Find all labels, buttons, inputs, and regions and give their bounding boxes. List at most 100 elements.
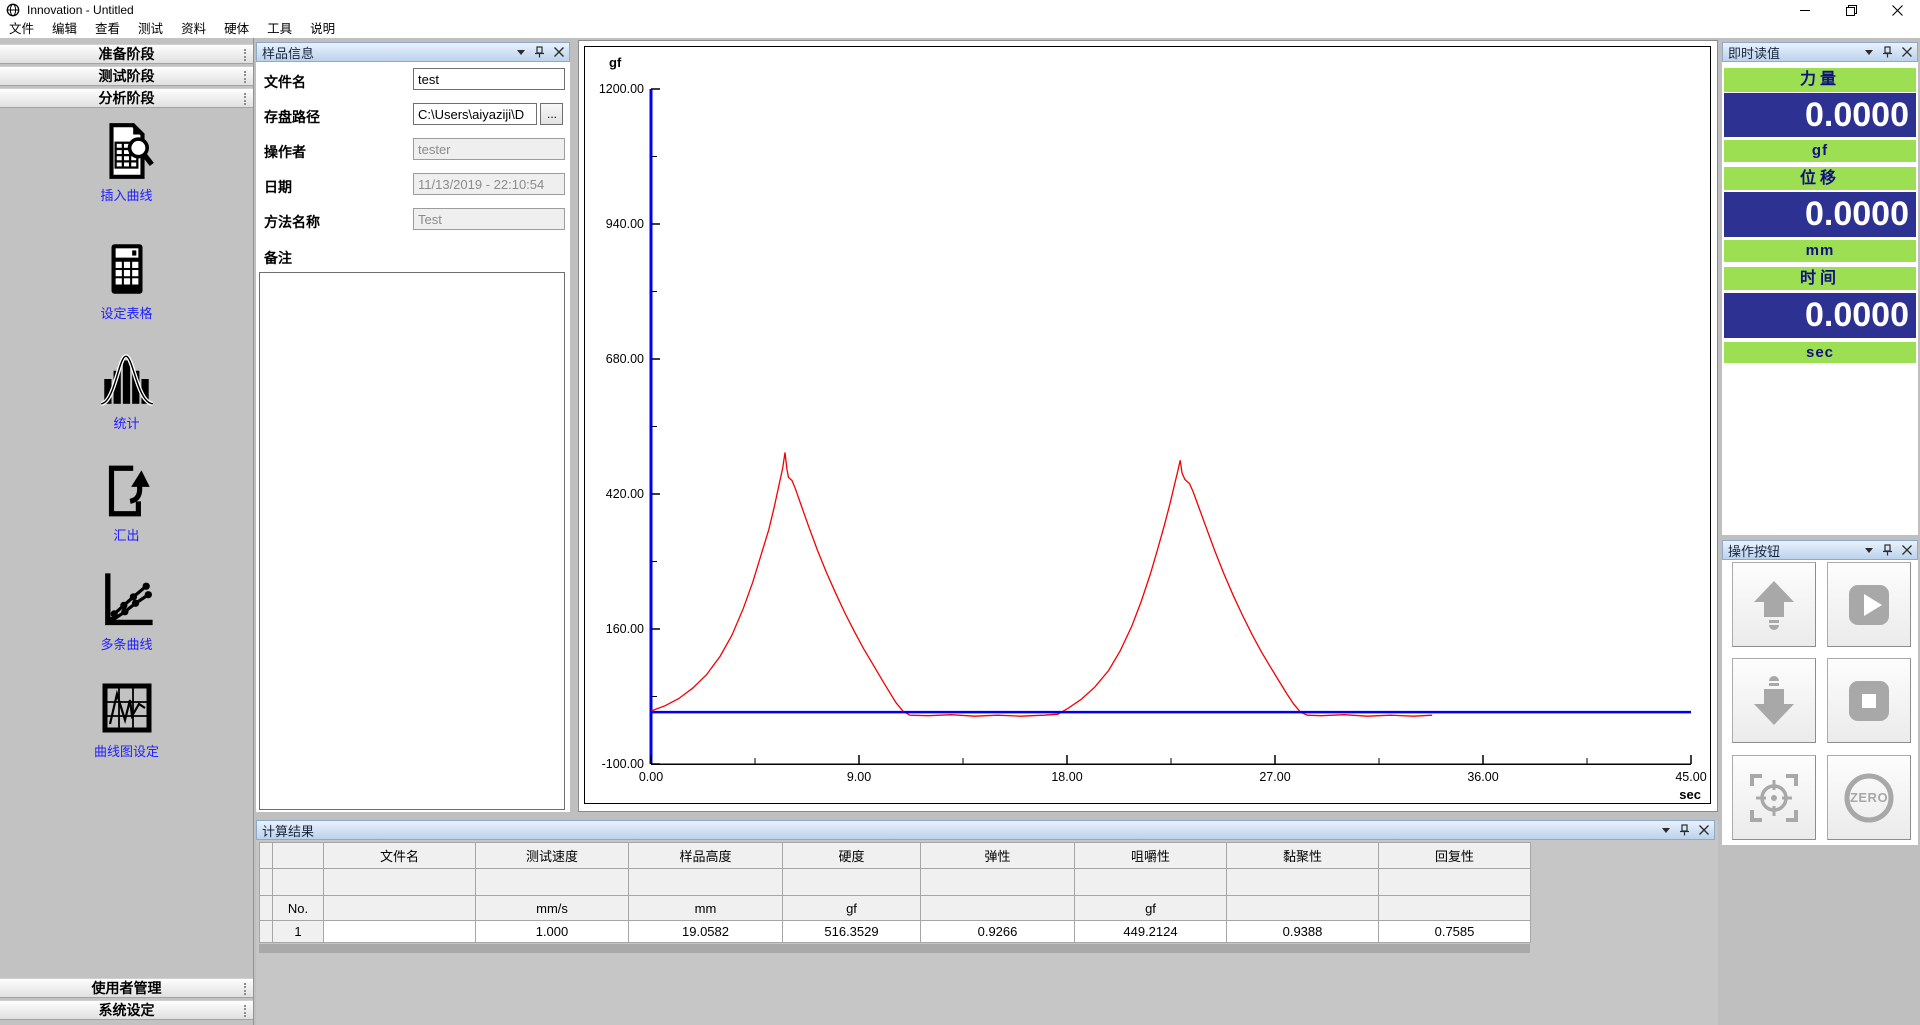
cell-springiness[interactable]: 0.9266 bbox=[921, 921, 1075, 943]
field-label-save-path: 存盘路径 bbox=[264, 107, 320, 127]
tool-set-table[interactable]: 设定表格 bbox=[0, 238, 253, 322]
sidebar-section-analysis[interactable]: 分析阶段 bbox=[0, 88, 253, 108]
start-button[interactable] bbox=[1827, 562, 1911, 647]
cell-filename-selected[interactable]: 软糖_2 bbox=[324, 921, 476, 943]
tool-label: 汇出 bbox=[0, 525, 253, 544]
force-label: 力量 bbox=[1724, 68, 1916, 92]
col-header-cohesiveness[interactable]: 黏聚性 bbox=[1227, 843, 1379, 869]
close-button[interactable] bbox=[1874, 0, 1920, 20]
field-label-method-name: 方法名称 bbox=[264, 212, 320, 232]
move-up-button[interactable] bbox=[1732, 562, 1816, 647]
operation-buttons-header: 操作按钮 bbox=[1722, 540, 1918, 560]
svg-text:sec: sec bbox=[1679, 787, 1701, 802]
zero-button[interactable]: ZERO bbox=[1827, 755, 1911, 840]
panel-menu-icon[interactable] bbox=[517, 50, 525, 55]
grip-icon bbox=[244, 49, 248, 61]
close-icon[interactable] bbox=[1902, 47, 1912, 57]
pin-icon[interactable] bbox=[534, 46, 545, 58]
tool-chart-settings[interactable]: 曲线图设定 bbox=[0, 678, 253, 760]
svg-text:160.00: 160.00 bbox=[606, 622, 644, 636]
col-header-chewiness[interactable]: 咀嚼性 bbox=[1075, 843, 1227, 869]
menu-bar: 文件 编辑 查看 测试 资料 硬体 工具 说明 bbox=[0, 20, 1920, 38]
force-time-chart: 1200.00940.00680.00420.00160.00-100.000.… bbox=[579, 41, 1717, 811]
move-down-button[interactable] bbox=[1732, 658, 1816, 743]
panel-menu-icon[interactable] bbox=[1865, 50, 1873, 55]
sidebar-section-prepare[interactable]: 准备阶段 bbox=[0, 44, 253, 64]
restore-button[interactable] bbox=[1828, 0, 1874, 20]
panel-title: 操作按钮 bbox=[1728, 541, 1865, 560]
panel-menu-icon[interactable] bbox=[1865, 548, 1873, 553]
sidebar-section-test[interactable]: 测试阶段 bbox=[0, 66, 253, 86]
menu-test[interactable]: 测试 bbox=[129, 20, 172, 38]
filename-input[interactable] bbox=[413, 68, 565, 90]
tool-export[interactable]: 汇出 bbox=[0, 460, 253, 544]
cell-hardness[interactable]: 516.3529 bbox=[783, 921, 921, 943]
col-header-hardness[interactable]: 硬度 bbox=[783, 843, 921, 869]
pin-icon[interactable] bbox=[1882, 46, 1893, 58]
sidebar-section-system-settings[interactable]: 系统设定 bbox=[0, 1000, 253, 1020]
grip-icon bbox=[244, 983, 248, 995]
results-header: 计算结果 bbox=[256, 820, 1715, 840]
play-icon bbox=[1841, 577, 1897, 633]
cell-resilience[interactable]: 0.7585 bbox=[1379, 921, 1531, 943]
zero-button-label: ZERO bbox=[1850, 790, 1888, 805]
operation-buttons-panel: 操作按钮 bbox=[1722, 540, 1918, 845]
field-label-memo: 备注 bbox=[264, 248, 292, 268]
menu-tools[interactable]: 工具 bbox=[258, 20, 301, 38]
tool-statistics[interactable]: 统计 bbox=[0, 348, 253, 432]
readout-header: 即时读值 bbox=[1722, 42, 1918, 62]
unit-test-speed: mm/s bbox=[476, 896, 629, 921]
field-label-operator: 操作者 bbox=[264, 142, 306, 162]
pin-icon[interactable] bbox=[1679, 824, 1690, 836]
tool-insert-curve[interactable]: 插入曲线 bbox=[0, 120, 253, 204]
close-icon[interactable] bbox=[1902, 545, 1912, 555]
menu-view[interactable]: 查看 bbox=[86, 20, 129, 38]
col-header-sample-height[interactable]: 样品高度 bbox=[629, 843, 783, 869]
cell-sample-height[interactable]: 19.0582 bbox=[629, 921, 783, 943]
row-number[interactable]: 1 bbox=[273, 921, 324, 943]
sidebar-section-user-management[interactable]: 使用者管理 bbox=[0, 978, 253, 998]
force-unit: gf bbox=[1724, 140, 1916, 162]
menu-hardware[interactable]: 硬体 bbox=[215, 20, 258, 38]
table-scroll-strip[interactable] bbox=[259, 944, 1530, 953]
panel-title: 计算结果 bbox=[262, 821, 1662, 840]
svg-text:0.00: 0.00 bbox=[639, 770, 663, 784]
close-icon[interactable] bbox=[554, 47, 564, 57]
svg-text:680.00: 680.00 bbox=[606, 352, 644, 366]
col-header-filename[interactable]: 文件名 bbox=[324, 843, 476, 869]
save-path-input[interactable] bbox=[413, 103, 537, 125]
time-label: 时间 bbox=[1724, 267, 1916, 290]
svg-text:-100.00: -100.00 bbox=[602, 757, 644, 771]
insert-curve-icon bbox=[96, 120, 158, 182]
sample-info-header: 样品信息 bbox=[256, 42, 570, 62]
memo-textarea[interactable] bbox=[259, 272, 565, 810]
field-label-filename: 文件名 bbox=[264, 72, 306, 92]
chart-settings-icon bbox=[97, 678, 157, 738]
col-header-springiness[interactable]: 弹性 bbox=[921, 843, 1075, 869]
up-arrow-icon bbox=[1746, 577, 1802, 633]
menu-data[interactable]: 资料 bbox=[172, 20, 215, 38]
browse-button[interactable]: ... bbox=[540, 103, 563, 125]
menu-file[interactable]: 文件 bbox=[0, 20, 43, 38]
operator-input bbox=[413, 138, 565, 160]
close-icon[interactable] bbox=[1699, 825, 1709, 835]
col-header-test-speed[interactable]: 测试速度 bbox=[476, 843, 629, 869]
pin-icon[interactable] bbox=[1882, 544, 1893, 556]
tool-label: 多条曲线 bbox=[0, 634, 253, 653]
target-button[interactable] bbox=[1732, 755, 1816, 840]
time-unit: sec bbox=[1724, 342, 1916, 363]
menu-help[interactable]: 说明 bbox=[301, 20, 344, 38]
tool-multi-curve[interactable]: 多条曲线 bbox=[0, 567, 253, 653]
sample-info-panel: 样品信息 文件名 存盘路径 ... 操作者 日期 方法名称 备注 bbox=[256, 42, 570, 812]
cell-test-speed[interactable]: 1.000 bbox=[476, 921, 629, 943]
stop-button[interactable] bbox=[1827, 658, 1911, 743]
svg-text:45.00: 45.00 bbox=[1675, 770, 1706, 784]
svg-text:1200.00: 1200.00 bbox=[599, 82, 644, 96]
panel-menu-icon[interactable] bbox=[1662, 828, 1670, 833]
minimize-button[interactable] bbox=[1782, 0, 1828, 20]
date-input bbox=[413, 173, 565, 195]
cell-cohesiveness[interactable]: 0.9388 bbox=[1227, 921, 1379, 943]
menu-edit[interactable]: 编辑 bbox=[43, 20, 86, 38]
col-header-resilience[interactable]: 回复性 bbox=[1379, 843, 1531, 869]
cell-chewiness[interactable]: 449.2124 bbox=[1075, 921, 1227, 943]
